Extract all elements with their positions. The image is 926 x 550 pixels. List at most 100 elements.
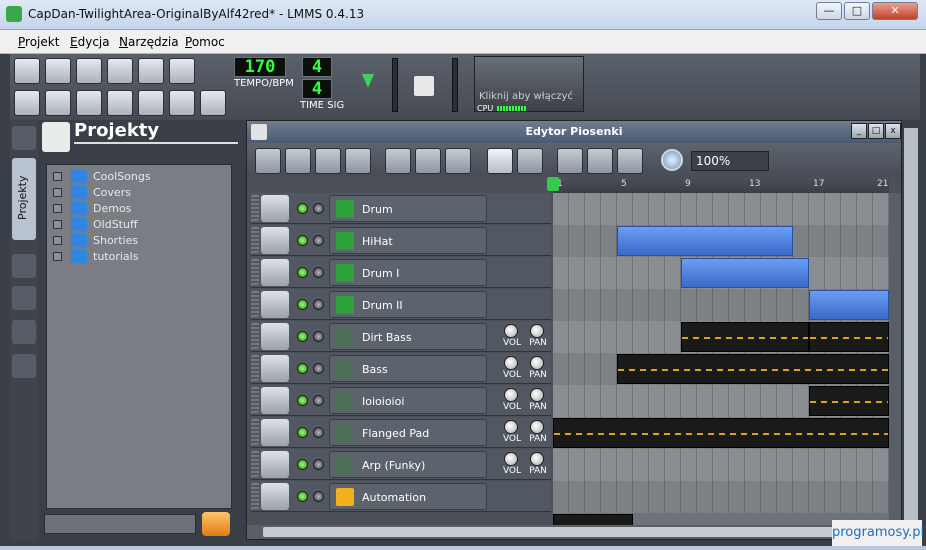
song-minimize-button[interactable]: _	[851, 123, 867, 139]
pan-knob[interactable]: PAN	[527, 324, 547, 348]
instrument-plugins-tab-icon[interactable]	[12, 126, 36, 150]
playhead-marker[interactable]	[547, 177, 559, 191]
track-actions-icon[interactable]	[261, 323, 289, 350]
edit-mode-icon[interactable]	[517, 148, 543, 174]
add-beat-track-icon[interactable]	[385, 148, 411, 174]
track-row[interactable]: Drum I	[251, 257, 551, 288]
track-name-button[interactable]: HiHat	[329, 227, 487, 254]
mute-toggle[interactable]	[297, 235, 308, 246]
add-automation-track-icon[interactable]	[445, 148, 471, 174]
record-accompany-icon[interactable]	[315, 148, 341, 174]
track-row[interactable]: Arp (Funky) VOL PAN	[251, 449, 551, 480]
auto-scroll-icon[interactable]	[557, 148, 583, 174]
pan-knob[interactable]: PAN	[527, 388, 547, 412]
song-maximize-button[interactable]: □	[868, 123, 884, 139]
track-actions-icon[interactable]	[261, 227, 289, 254]
track-actions-icon[interactable]	[261, 451, 289, 478]
volume-knob[interactable]: VOL	[501, 356, 521, 380]
loop-points-icon[interactable]	[587, 148, 613, 174]
menu-narzedzia[interactable]: Narzędzia	[119, 35, 179, 49]
track-name-button[interactable]: Bass	[329, 355, 487, 382]
solo-toggle[interactable]	[313, 427, 324, 438]
lane[interactable]	[553, 193, 889, 225]
mute-toggle[interactable]	[297, 395, 308, 406]
track-row[interactable]: HiHat	[251, 225, 551, 256]
track-row[interactable]: Drum	[251, 193, 551, 224]
pan-knob[interactable]: PAN	[527, 452, 547, 476]
scroll-thumb[interactable]	[263, 527, 883, 537]
track-name-button[interactable]: Dirt Bass	[329, 323, 487, 350]
pattern-block[interactable]	[553, 418, 889, 448]
timeline[interactable]: 1 5 9 13 17 21	[547, 177, 889, 193]
projects-tab[interactable]: Projekty	[12, 158, 36, 240]
browser-tree[interactable]: CoolSongs Covers Demos OldStuff Shorties…	[46, 164, 232, 509]
song-vertical-scrollbar[interactable]	[889, 193, 901, 539]
mute-toggle[interactable]	[297, 299, 308, 310]
piano-roll-icon[interactable]	[76, 90, 102, 116]
refresh-icon[interactable]	[202, 512, 230, 536]
volume-knob[interactable]: VOL	[501, 388, 521, 412]
track-row[interactable]: Bass VOL PAN	[251, 353, 551, 384]
timesig-numerator[interactable]: 4	[302, 57, 332, 77]
zoom-select[interactable]: 100%	[691, 151, 769, 171]
beat-editor-icon[interactable]	[45, 90, 71, 116]
controller-rack-icon[interactable]	[200, 90, 226, 116]
pattern-block[interactable]	[809, 322, 889, 352]
track-name-button[interactable]: Arp (Funky)	[329, 451, 487, 478]
browser-filter-input[interactable]	[44, 514, 196, 534]
solo-toggle[interactable]	[313, 491, 324, 502]
track-name-button[interactable]: Drum I	[329, 259, 487, 286]
samples-tab-icon[interactable]	[12, 254, 36, 278]
home-tab-icon[interactable]	[12, 320, 36, 344]
visualizer[interactable]: Kliknij aby włączyć CPU	[474, 56, 584, 113]
mute-toggle[interactable]	[297, 203, 308, 214]
solo-toggle[interactable]	[313, 459, 324, 470]
add-sample-track-icon[interactable]	[415, 148, 441, 174]
move-to-start-icon[interactable]	[617, 148, 643, 174]
maximize-button[interactable]: □	[844, 2, 870, 20]
export-icon[interactable]	[169, 58, 195, 84]
song-horizontal-scrollbar[interactable]	[247, 525, 901, 539]
track-actions-icon[interactable]	[261, 291, 289, 318]
menu-edycja[interactable]: Edycja	[70, 35, 110, 49]
track-actions-icon[interactable]	[261, 387, 289, 414]
solo-toggle[interactable]	[313, 203, 324, 214]
track-row[interactable]: Ioioioioi VOL PAN	[251, 385, 551, 416]
mute-toggle[interactable]	[297, 267, 308, 278]
track-name-button[interactable]: Drum II	[329, 291, 487, 318]
mute-toggle[interactable]	[297, 363, 308, 374]
track-actions-icon[interactable]	[261, 355, 289, 382]
minimize-button[interactable]: —	[816, 2, 842, 20]
record-icon[interactable]	[285, 148, 311, 174]
draw-mode-icon[interactable]	[487, 148, 513, 174]
new-project-icon[interactable]	[14, 58, 40, 84]
solo-toggle[interactable]	[313, 299, 324, 310]
solo-toggle[interactable]	[313, 331, 324, 342]
track-row[interactable]: Flanged Pad VOL PAN	[251, 417, 551, 448]
pattern-block[interactable]	[617, 354, 889, 384]
lane[interactable]	[553, 481, 889, 513]
tempo-display[interactable]: 170	[234, 57, 286, 77]
close-button[interactable]: ✕	[872, 2, 918, 20]
pattern-block[interactable]	[617, 226, 793, 256]
menu-pomoc[interactable]: Pomoc	[185, 35, 225, 49]
master-pitch-slider[interactable]	[452, 58, 458, 112]
track-actions-icon[interactable]	[261, 195, 289, 222]
song-close-button[interactable]: x	[885, 123, 901, 139]
track-name-button[interactable]: Automation	[329, 483, 487, 510]
track-row[interactable]: Dirt Bass VOL PAN	[251, 321, 551, 352]
track-row[interactable]: Automation	[251, 481, 551, 512]
solo-toggle[interactable]	[313, 235, 324, 246]
lane[interactable]	[553, 449, 889, 481]
automation-editor-icon[interactable]	[107, 90, 133, 116]
mute-toggle[interactable]	[297, 459, 308, 470]
fx-mixer-icon[interactable]	[138, 90, 164, 116]
volume-knob[interactable]: VOL	[501, 324, 521, 348]
track-row[interactable]: Drum II	[251, 289, 551, 320]
solo-toggle[interactable]	[313, 267, 324, 278]
pan-knob[interactable]: PAN	[527, 356, 547, 380]
timesig-denominator[interactable]: 4	[302, 79, 332, 99]
solo-toggle[interactable]	[313, 395, 324, 406]
play-icon[interactable]	[255, 148, 281, 174]
pattern-block[interactable]	[681, 258, 809, 288]
